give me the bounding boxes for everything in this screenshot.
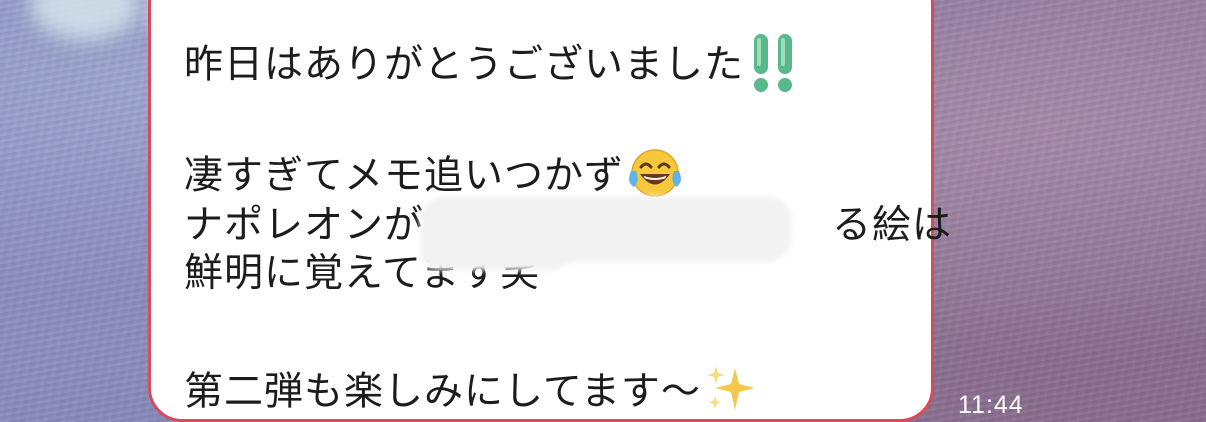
message-timestamp: 11:44 [958,391,1024,419]
redacted-text-blur-lower [420,236,570,270]
double-exclamation-icon [748,30,802,104]
message-line-1-text: 昨日はありがとうございました [184,42,745,88]
message-line-3-start: ナポレオンが [184,203,425,248]
message-line-1: 昨日はありがとうございました [184,30,802,104]
message-line-5-text: 第二弾も楽しみにしてます〜 [184,369,701,415]
sparkles-icon [705,364,757,422]
message-line-2-text: 凄すぎてメモ追いつかず [184,153,625,199]
avatar[interactable] [30,0,140,40]
message-line-5: 第二弾も楽しみにしてます〜 [184,364,757,422]
message-line-3-end: る絵は [832,203,953,248]
